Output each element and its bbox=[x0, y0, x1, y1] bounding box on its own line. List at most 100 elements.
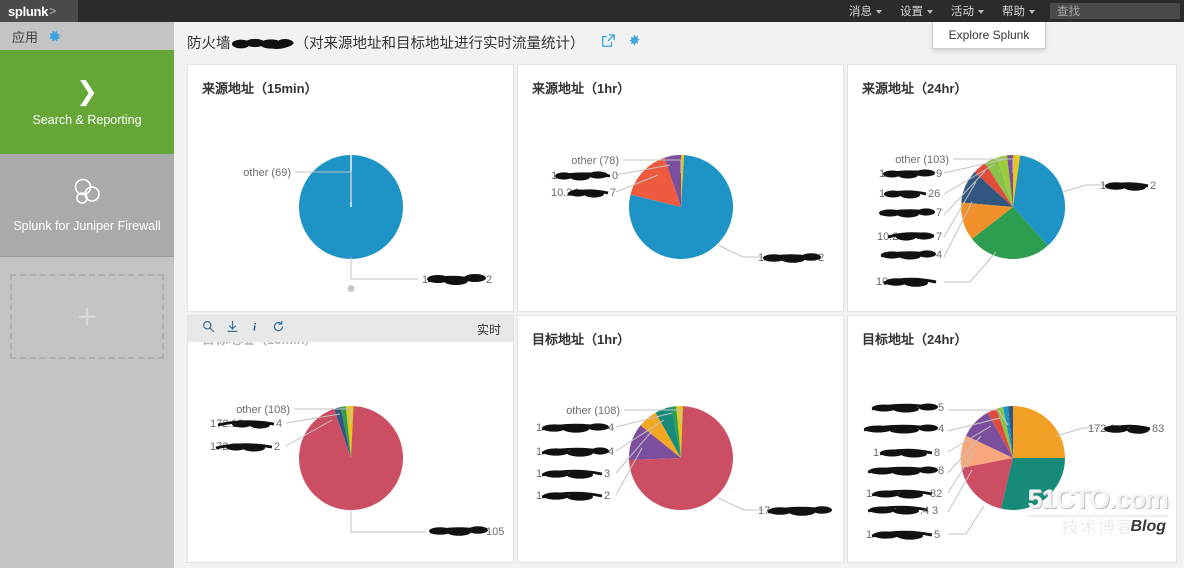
redacted-title-text bbox=[231, 36, 295, 54]
panel-hover-toolbar: i 实时 bbox=[188, 316, 513, 342]
redacted-label: 172.1 83 bbox=[1088, 423, 1164, 435]
redacted-label: 1 82 bbox=[866, 488, 942, 500]
search-input[interactable]: 查找 bbox=[1050, 3, 1180, 19]
gear-icon[interactable] bbox=[628, 34, 641, 52]
redacted-label: 1 26 bbox=[879, 188, 940, 200]
redacted-label: 172.10 4 bbox=[210, 418, 282, 430]
redacted-label: 7 bbox=[879, 207, 942, 219]
info-icon[interactable]: i bbox=[250, 320, 261, 338]
bubbles-icon bbox=[70, 177, 104, 212]
svg-text:2: 2 bbox=[274, 441, 280, 453]
pie-svg: other (69) 1 2 bbox=[243, 155, 492, 286]
pie-chart-destination-24hr[interactable]: 5 4 1 8 8 1 82 .4 3 1 5 172.1 83 51CTO.c… bbox=[848, 348, 1176, 548]
sidebar-item-search-and-reporting[interactable]: ❯ Search & Reporting bbox=[0, 50, 174, 154]
svg-text:1: 1 bbox=[536, 446, 542, 458]
redacted-label: 1 0 bbox=[551, 170, 618, 182]
svg-text:i: i bbox=[253, 323, 256, 333]
splunk-logo[interactable]: splunk > bbox=[0, 0, 78, 22]
apps-header: 应用 bbox=[0, 22, 174, 50]
menu-item-explore-splunk[interactable]: Explore Splunk bbox=[949, 28, 1030, 42]
callout-label: other (103) bbox=[895, 154, 949, 166]
pie-chart-destination-1hr[interactable]: other (108) 1 4 1 4 1 3 1 2 17 bbox=[518, 348, 843, 548]
dashboard-main: 防火墙 （对来源地址和目标地址进行实时流量统计） 来源地址（15min） oth… bbox=[174, 22, 1184, 568]
nav-item-activity[interactable]: 活动 bbox=[942, 0, 993, 22]
svg-text:1: 1 bbox=[873, 447, 879, 459]
svg-text:4: 4 bbox=[276, 418, 282, 430]
svg-text:2: 2 bbox=[486, 274, 492, 286]
svg-text:1: 1 bbox=[866, 529, 872, 541]
sidebar-item-splunk-for-juniper-firewall-label: Splunk for Juniper Firewall bbox=[13, 218, 161, 233]
search-placeholder: 查找 bbox=[1057, 6, 1080, 18]
svg-text:8: 8 bbox=[934, 447, 940, 459]
pie-chart-source-1hr[interactable]: other (78) 1 0 10.24 7 1 2 bbox=[518, 97, 843, 297]
svg-text:4: 4 bbox=[608, 422, 614, 434]
top-navigation-bar: splunk > 消息 设置 活动 帮助 查找 bbox=[0, 0, 1184, 22]
svg-text:83: 83 bbox=[1152, 423, 1164, 435]
redacted-label: 1 4 bbox=[536, 422, 614, 434]
panel-title: 目标地址（24hr） bbox=[862, 332, 968, 347]
logo-text: splunk bbox=[8, 3, 49, 19]
svg-text:3: 3 bbox=[604, 468, 610, 480]
svg-text:5: 5 bbox=[938, 402, 944, 414]
chevron-down-icon bbox=[927, 10, 933, 14]
nav-item-help[interactable]: 帮助 bbox=[993, 0, 1044, 22]
pie-svg: 5 4 1 8 8 1 82 .4 3 1 5 172.1 83 bbox=[863, 402, 1164, 541]
redacted-label: 10.24 7 bbox=[551, 187, 616, 199]
svg-text:8: 8 bbox=[938, 465, 944, 477]
panel-source-address-24hr: 来源地址（24hr） other (103) 1 9 1 26 7 10.24 … bbox=[847, 64, 1177, 312]
add-app-button[interactable]: + bbox=[10, 274, 164, 359]
gear-icon[interactable] bbox=[48, 30, 61, 43]
svg-text:1: 1 bbox=[536, 422, 542, 434]
svg-text:4: 4 bbox=[938, 423, 944, 435]
chevron-down-icon bbox=[1029, 10, 1035, 14]
panel-destination-address-24hr: 目标地址（24hr） 5 4 1 8 8 1 82 .4 3 1 5 172.1… bbox=[847, 315, 1177, 563]
redacted-label: .4 3 bbox=[867, 505, 938, 517]
panel-destination-address-15min: i 实时 目标地址（15min） bbox=[187, 315, 514, 563]
panel-toolbar-icons: i bbox=[202, 320, 285, 338]
callout-label: other (69) bbox=[243, 167, 291, 179]
redacted-label: 1 5 bbox=[866, 529, 940, 541]
callout-label: other (78) bbox=[571, 155, 619, 167]
svg-text:1: 1 bbox=[422, 274, 428, 286]
nav-item-messages[interactable]: 消息 bbox=[840, 0, 891, 22]
refresh-icon[interactable] bbox=[272, 320, 285, 338]
svg-text:4: 4 bbox=[936, 249, 942, 261]
redacted-label: 5 bbox=[871, 402, 944, 414]
svg-text:1: 1 bbox=[536, 468, 542, 480]
redacted-label: 1 2 bbox=[758, 252, 824, 264]
svg-text:5: 5 bbox=[934, 529, 940, 541]
redacted-label: 4 bbox=[863, 423, 944, 435]
svg-text:105: 105 bbox=[486, 526, 504, 538]
panel-title: 来源地址（24hr） bbox=[862, 81, 968, 96]
callout-label: other (108) bbox=[566, 405, 620, 417]
svg-text:7: 7 bbox=[936, 207, 942, 219]
redacted-label: 1 2 bbox=[1100, 180, 1156, 192]
svg-text:0: 0 bbox=[612, 170, 618, 182]
svg-text:9: 9 bbox=[936, 168, 942, 180]
callout-label: other (108) bbox=[236, 404, 290, 416]
redacted-label: 17 bbox=[758, 505, 832, 517]
nav-item-settings[interactable]: 设置 bbox=[891, 0, 942, 22]
redacted-label: 105 bbox=[429, 526, 504, 538]
pie-chart-source-24hr[interactable]: other (103) 1 9 1 26 7 10.24 7 4 10 1 2 bbox=[848, 97, 1176, 297]
external-link-icon[interactable] bbox=[601, 33, 615, 53]
panel-title: 目标地址（1hr） bbox=[532, 332, 631, 347]
redacted-label: 1 2 bbox=[422, 274, 492, 286]
svg-text:2: 2 bbox=[818, 252, 824, 264]
svg-text:26: 26 bbox=[928, 188, 940, 200]
svg-text:82: 82 bbox=[930, 488, 942, 500]
apps-sidebar: 应用 ❯ Search & Reporting Splunk for Junip… bbox=[0, 22, 174, 568]
search-icon[interactable] bbox=[202, 320, 215, 338]
svg-text:3: 3 bbox=[932, 505, 938, 517]
dashboard-header-actions bbox=[601, 33, 641, 53]
panel-title: 来源地址（15min） bbox=[202, 81, 318, 96]
panel-source-address-15min: 来源地址（15min） other (69) 1 2 bbox=[187, 64, 514, 312]
panel-pagination-dot[interactable] bbox=[347, 285, 354, 292]
top-nav-items: 消息 设置 活动 帮助 查找 bbox=[840, 0, 1184, 22]
download-icon[interactable] bbox=[226, 320, 239, 338]
svg-text:2: 2 bbox=[604, 490, 610, 502]
pie-chart-source-15min[interactable]: other (69) 1 2 bbox=[188, 97, 513, 297]
pie-chart-destination-15min[interactable]: other (108) 172.10 4 172 2 105 bbox=[188, 348, 513, 548]
pie-svg: other (78) 1 0 10.24 7 1 2 bbox=[551, 154, 824, 264]
sidebar-item-splunk-for-juniper-firewall[interactable]: Splunk for Juniper Firewall bbox=[0, 154, 174, 257]
